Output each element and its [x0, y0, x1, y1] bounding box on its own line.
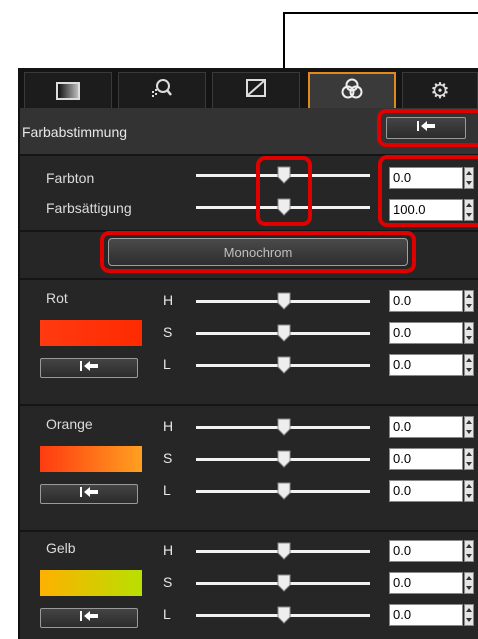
channel-value-spinner[interactable]	[464, 322, 474, 344]
channel-slider-thumb[interactable]	[277, 542, 291, 560]
channel-reset-button[interactable]	[40, 358, 138, 378]
highlight-sliders	[256, 156, 312, 226]
channel-slider-thumb[interactable]	[277, 574, 291, 592]
channel-value-field[interactable]: 0.0	[389, 354, 463, 376]
channel-value-spinner[interactable]	[464, 540, 474, 562]
channel-color-swatch	[40, 570, 142, 596]
channel-value-spinner[interactable]	[464, 354, 474, 376]
dust-noise-icon	[151, 77, 173, 104]
channel-slider-thumb[interactable]	[277, 356, 291, 374]
reset-arrow-icon	[78, 359, 100, 377]
hsl-label-h: H	[163, 542, 174, 558]
hsl-label-s: S	[163, 574, 173, 590]
channel-slider-thumb[interactable]	[277, 606, 291, 624]
tab-settings[interactable]: ⚙	[402, 72, 478, 108]
divider	[20, 404, 478, 406]
hsl-label-l: L	[163, 356, 171, 372]
channel-value-spinner[interactable]	[464, 480, 474, 502]
channel-value-spinner[interactable]	[464, 416, 474, 438]
tone-curve-icon	[245, 78, 267, 103]
channel-value-spinner[interactable]	[464, 572, 474, 594]
basic-adjust-icon	[56, 81, 80, 100]
tab-dust-noise[interactable]	[118, 72, 206, 108]
highlight-value-fields	[378, 155, 478, 227]
channel-value-field[interactable]: 0.0	[389, 480, 463, 502]
highlight-monochrome	[100, 231, 416, 273]
channel-value-spinner[interactable]	[464, 604, 474, 626]
channel-value-spinner[interactable]	[464, 290, 474, 312]
saturation-label: Farbsättigung	[46, 200, 132, 216]
hsl-label-h: H	[163, 418, 174, 434]
color-adjust-icon	[341, 78, 363, 105]
hsl-label-s: S	[163, 450, 173, 466]
channel-slider-thumb[interactable]	[277, 292, 291, 310]
channel-value-field[interactable]: 0.0	[389, 448, 463, 470]
hsl-label-l: L	[163, 482, 171, 498]
tab-color-adjust[interactable]	[308, 72, 396, 108]
channel-value-field[interactable]: 0.0	[389, 290, 463, 312]
divider	[20, 278, 478, 280]
channel-slider-thumb[interactable]	[277, 324, 291, 342]
hue-label: Farbton	[46, 170, 95, 186]
hsl-label-s: S	[163, 324, 173, 340]
reset-arrow-icon	[78, 609, 100, 627]
channel-color-swatch	[40, 320, 142, 346]
channel-value-field[interactable]: 0.0	[389, 416, 463, 438]
tab-basic-adjust[interactable]	[24, 72, 112, 108]
channel-name: Rot	[46, 290, 68, 306]
tab-tone-curve[interactable]	[212, 72, 300, 108]
callout-line-horizontal	[283, 12, 478, 14]
channel-reset-button[interactable]	[40, 484, 138, 504]
channel-value-field[interactable]: 0.0	[389, 540, 463, 562]
channel-value-spinner[interactable]	[464, 448, 474, 470]
section-title: Farbabstimmung	[22, 124, 128, 140]
channel-name: Gelb	[46, 540, 76, 556]
hsl-label-l: L	[163, 606, 171, 622]
channel-slider-thumb[interactable]	[277, 418, 291, 436]
channel-name: Orange	[46, 416, 93, 432]
hsl-label-h: H	[163, 292, 174, 308]
divider	[20, 530, 478, 532]
reset-arrow-icon	[78, 485, 100, 503]
gear-icon: ⚙	[430, 77, 450, 103]
tab-bar: ⚙	[18, 68, 478, 108]
channel-value-field[interactable]: 0.0	[389, 572, 463, 594]
channel-reset-button[interactable]	[40, 608, 138, 628]
channel-value-field[interactable]: 0.0	[389, 604, 463, 626]
channel-color-swatch	[40, 446, 142, 472]
channel-slider-thumb[interactable]	[277, 482, 291, 500]
highlight-reset-all	[377, 109, 478, 147]
channel-value-field[interactable]: 0.0	[389, 322, 463, 344]
channel-slider-thumb[interactable]	[277, 450, 291, 468]
